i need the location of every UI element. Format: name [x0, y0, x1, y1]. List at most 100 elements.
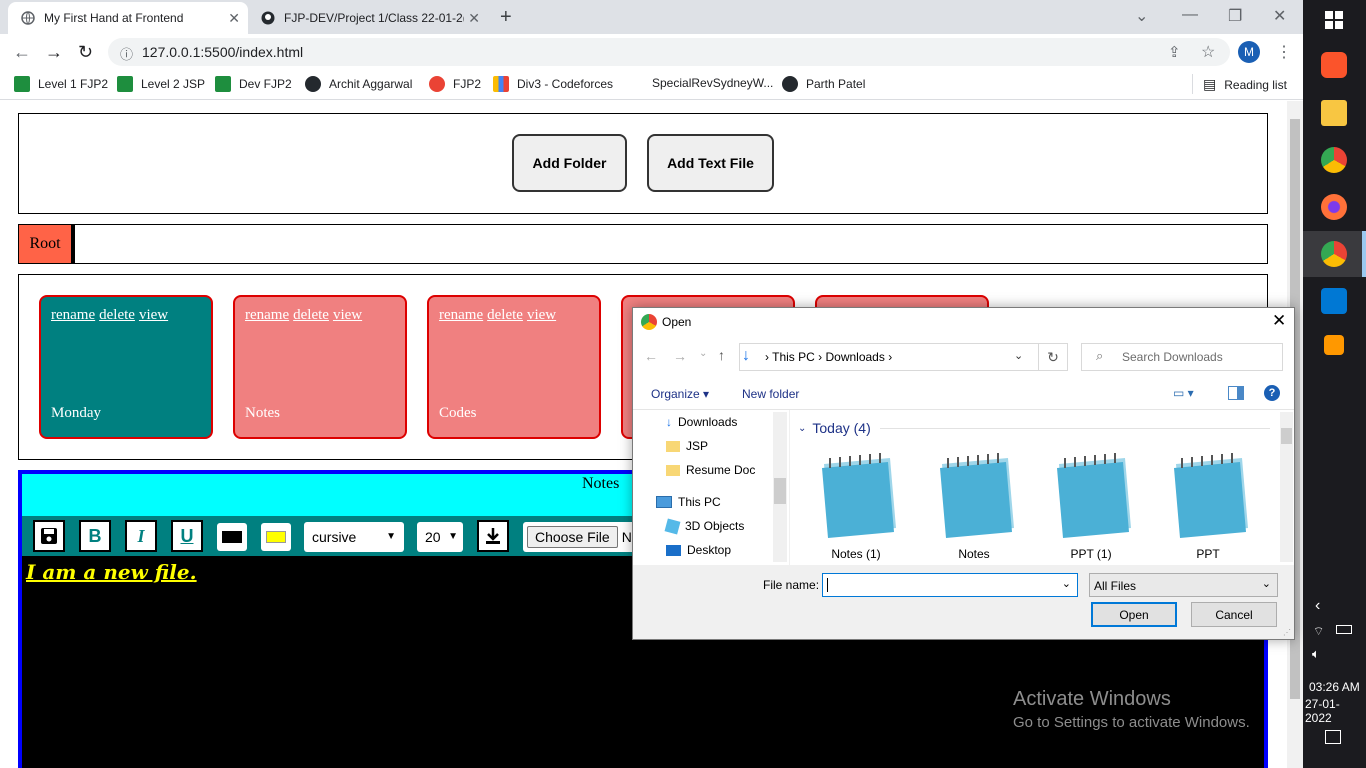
- rename-link[interactable]: rename: [51, 307, 95, 323]
- bookmark-item[interactable]: SpecialRevSydneyW...: [652, 76, 773, 90]
- tab-github[interactable]: FJP-DEV/Project 1/Class 22-01-2( ✕: [248, 2, 488, 34]
- bold-icon[interactable]: B: [79, 520, 111, 552]
- editor-text[interactable]: I am a new file.: [26, 560, 197, 584]
- add-folder-button[interactable]: Add Folder: [512, 134, 627, 192]
- breadcrumb-root[interactable]: Root: [19, 225, 71, 263]
- refresh-icon[interactable]: ↻: [1038, 343, 1068, 371]
- add-text-file-button[interactable]: Add Text File: [647, 134, 774, 192]
- bookmark-star-icon[interactable]: ☆: [1201, 42, 1215, 62]
- file-item[interactable]: Notes (1): [806, 450, 906, 561]
- file-upload[interactable]: Choose File No: [523, 522, 643, 552]
- bookmark-item[interactable]: Dev FJP2: [215, 76, 292, 92]
- clock-date[interactable]: 27-01-2022: [1305, 697, 1366, 725]
- profile-avatar[interactable]: M: [1238, 41, 1260, 63]
- font-size-select[interactable]: 20 ▼: [417, 522, 463, 552]
- underline-icon[interactable]: U: [171, 520, 203, 552]
- new-tab-icon[interactable]: +: [500, 6, 512, 29]
- cancel-button[interactable]: Cancel: [1191, 602, 1277, 627]
- battery-icon[interactable]: [1336, 625, 1352, 634]
- tab-search-icon[interactable]: ⌄: [1135, 6, 1148, 26]
- text-color-picker[interactable]: [261, 523, 291, 551]
- file-type-select[interactable]: All Files ⌄: [1089, 573, 1278, 597]
- tab-active[interactable]: My First Hand at Frontend ✕: [8, 2, 248, 34]
- restore-icon[interactable]: ❐: [1228, 6, 1242, 26]
- new-folder-button[interactable]: New folder: [742, 387, 799, 401]
- notifications-icon[interactable]: [1325, 730, 1341, 744]
- italic-icon[interactable]: I: [125, 520, 157, 552]
- brave-icon[interactable]: [1321, 52, 1347, 78]
- close-window-icon[interactable]: ✕: [1273, 6, 1286, 26]
- nav-item-desktop[interactable]: Desktop: [666, 543, 731, 557]
- delete-link[interactable]: delete: [99, 307, 135, 323]
- save-icon[interactable]: [33, 520, 65, 552]
- group-header[interactable]: ⌄ Today (4): [798, 420, 871, 436]
- reading-list[interactable]: ▤ Reading list: [1203, 76, 1287, 93]
- file-name-input[interactable]: ⌄: [822, 573, 1078, 597]
- close-tab-icon[interactable]: ✕: [228, 10, 240, 27]
- view-link[interactable]: view: [139, 307, 168, 323]
- download-icon[interactable]: [477, 520, 509, 552]
- bookmark-item[interactable]: Archit Aggarwal: [305, 76, 412, 92]
- forward-icon[interactable]: →: [45, 42, 63, 63]
- nav-item-resume-doc[interactable]: Resume Doc: [666, 463, 755, 477]
- nav-scrollbar[interactable]: [773, 412, 787, 562]
- file-item[interactable]: PPT (1): [1041, 450, 1141, 561]
- help-icon[interactable]: ?: [1264, 385, 1280, 401]
- bg-color-picker[interactable]: [217, 523, 247, 551]
- path-this-pc[interactable]: This PC: [772, 350, 815, 364]
- close-tab-icon[interactable]: ✕: [468, 10, 480, 27]
- file-scrollbar[interactable]: [1280, 412, 1293, 562]
- chevron-down-icon[interactable]: ⌄: [1014, 349, 1023, 362]
- font-family-select[interactable]: cursive ▼: [304, 522, 404, 552]
- menu-icon[interactable]: ⋮: [1276, 42, 1292, 62]
- chrome-profile-icon[interactable]: [1321, 241, 1347, 267]
- wifi-icon[interactable]: ⌔: [1313, 624, 1324, 639]
- choose-file-button[interactable]: Choose File: [527, 526, 618, 548]
- back-icon[interactable]: ←: [644, 348, 658, 364]
- file-card-codes[interactable]: rename delete view Codes: [427, 295, 601, 439]
- bookmark-item[interactable]: Level 1 FJP2: [14, 76, 108, 92]
- nav-item-jsp[interactable]: JSP: [666, 439, 708, 453]
- bookmark-item[interactable]: Level 2 JSP: [117, 76, 205, 92]
- nav-item-this-pc[interactable]: This PC: [656, 495, 721, 509]
- view-link[interactable]: view: [333, 307, 362, 323]
- chrome-icon[interactable]: [1321, 147, 1347, 173]
- delete-link[interactable]: delete: [293, 307, 329, 323]
- info-icon[interactable]: ⓘ: [120, 44, 133, 63]
- path-downloads[interactable]: Downloads: [825, 350, 884, 364]
- preview-pane-icon[interactable]: [1228, 386, 1244, 400]
- forward-icon[interactable]: →: [673, 348, 687, 364]
- reload-icon[interactable]: ↻: [78, 42, 93, 63]
- folder-card-monday[interactable]: rename delete view Monday: [39, 295, 213, 439]
- rename-link[interactable]: rename: [245, 307, 289, 323]
- close-icon[interactable]: ✕: [1272, 311, 1286, 331]
- nav-item-downloads[interactable]: ↓ Downloads: [666, 415, 737, 429]
- chevron-down-icon[interactable]: ⌄: [1062, 577, 1071, 590]
- up-icon[interactable]: ↑: [718, 347, 725, 363]
- sublime-icon[interactable]: [1324, 335, 1344, 355]
- windows-start-icon[interactable]: [1325, 11, 1343, 34]
- chevron-left-icon[interactable]: ‹: [1315, 597, 1320, 615]
- file-item[interactable]: PPT: [1158, 450, 1258, 561]
- share-icon[interactable]: ⇪: [1168, 43, 1181, 61]
- organize-button[interactable]: Organize ▾: [651, 387, 709, 401]
- file-card-notes[interactable]: rename delete view Notes: [233, 295, 407, 439]
- file-explorer-icon[interactable]: [1321, 100, 1347, 126]
- bookmark-item[interactable]: FJP2: [429, 76, 481, 92]
- clock-time[interactable]: 03:26 AM: [1309, 680, 1360, 694]
- view-options-icon[interactable]: ▭ ▾: [1173, 386, 1194, 400]
- bookmark-item[interactable]: Parth Patel: [782, 76, 865, 92]
- vscode-icon[interactable]: [1321, 288, 1347, 314]
- open-button[interactable]: Open: [1091, 602, 1177, 627]
- back-icon[interactable]: ←: [13, 42, 31, 63]
- view-link[interactable]: view: [527, 307, 556, 323]
- firefox-icon[interactable]: [1321, 194, 1347, 220]
- file-item[interactable]: Notes: [924, 450, 1024, 561]
- chevron-down-icon[interactable]: ⌄: [699, 348, 707, 359]
- nav-item-3d-objects[interactable]: 3D Objects: [664, 518, 744, 534]
- delete-link[interactable]: delete: [487, 307, 523, 323]
- resize-grip-icon[interactable]: ⋰: [1283, 628, 1291, 637]
- volume-icon[interactable]: 🔈︎: [1312, 646, 1320, 662]
- rename-link[interactable]: rename: [439, 307, 483, 323]
- bookmark-item[interactable]: Div3 - Codeforces: [493, 76, 613, 92]
